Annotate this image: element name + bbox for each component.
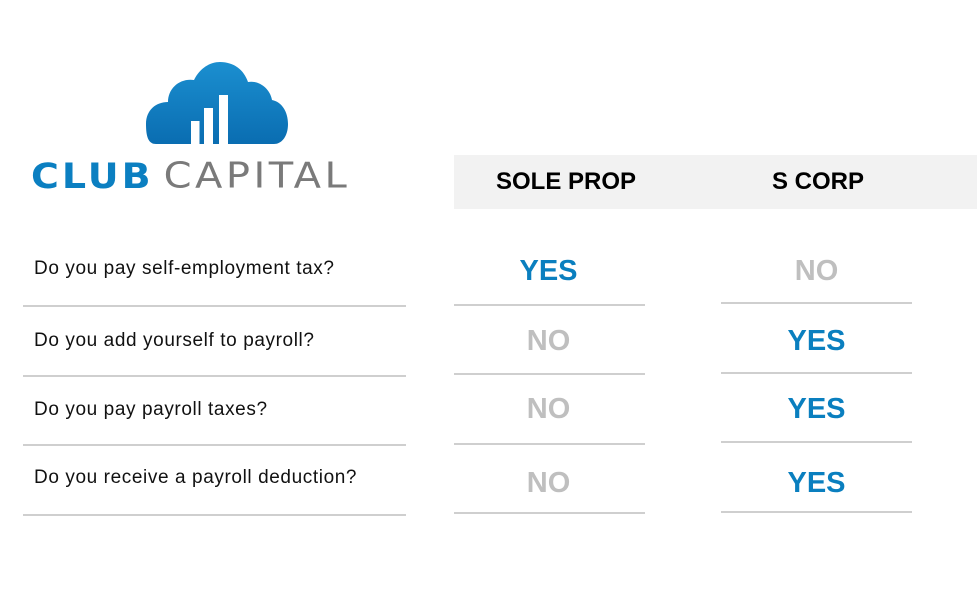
row-divider: [721, 511, 912, 513]
row-divider: [23, 514, 406, 516]
logo-word-capital: CAPITAL: [163, 155, 351, 197]
answer-sole-prop: NO: [526, 325, 571, 357]
column-header-s-corp: S CORP: [771, 168, 864, 195]
row-divider: [454, 373, 645, 375]
row-divider: [721, 302, 912, 304]
answer-s-corp: YES: [787, 467, 846, 499]
row-divider: [23, 444, 406, 446]
question-label: Do you receive a payroll deduction?: [34, 467, 358, 488]
answer-sole-prop: NO: [526, 467, 571, 499]
question-label: Do you pay payroll taxes?: [34, 399, 268, 420]
answer-s-corp: NO: [794, 255, 839, 287]
row-divider: [23, 305, 406, 307]
answer-s-corp: YES: [787, 325, 846, 357]
answer-sole-prop: NO: [526, 393, 571, 425]
question-label: Do you pay self-employment tax?: [34, 258, 335, 279]
logo-wordmark: CLUB CAPITAL: [31, 155, 350, 197]
row-divider: [454, 304, 645, 306]
logo-word-club: CLUB: [31, 155, 154, 197]
row-divider: [721, 441, 912, 443]
comparison-header: SOLE PROP S CORP: [454, 155, 977, 209]
question-label: Do you add yourself to payroll?: [34, 330, 315, 351]
column-header-sole-prop: SOLE PROP: [495, 168, 637, 195]
row-divider: [23, 375, 406, 377]
answer-s-corp: YES: [787, 393, 846, 425]
answer-sole-prop: YES: [519, 255, 578, 287]
row-divider: [721, 372, 912, 374]
cloud-bar-chart-icon: [146, 62, 288, 144]
row-divider: [454, 512, 645, 514]
row-divider: [454, 443, 645, 445]
